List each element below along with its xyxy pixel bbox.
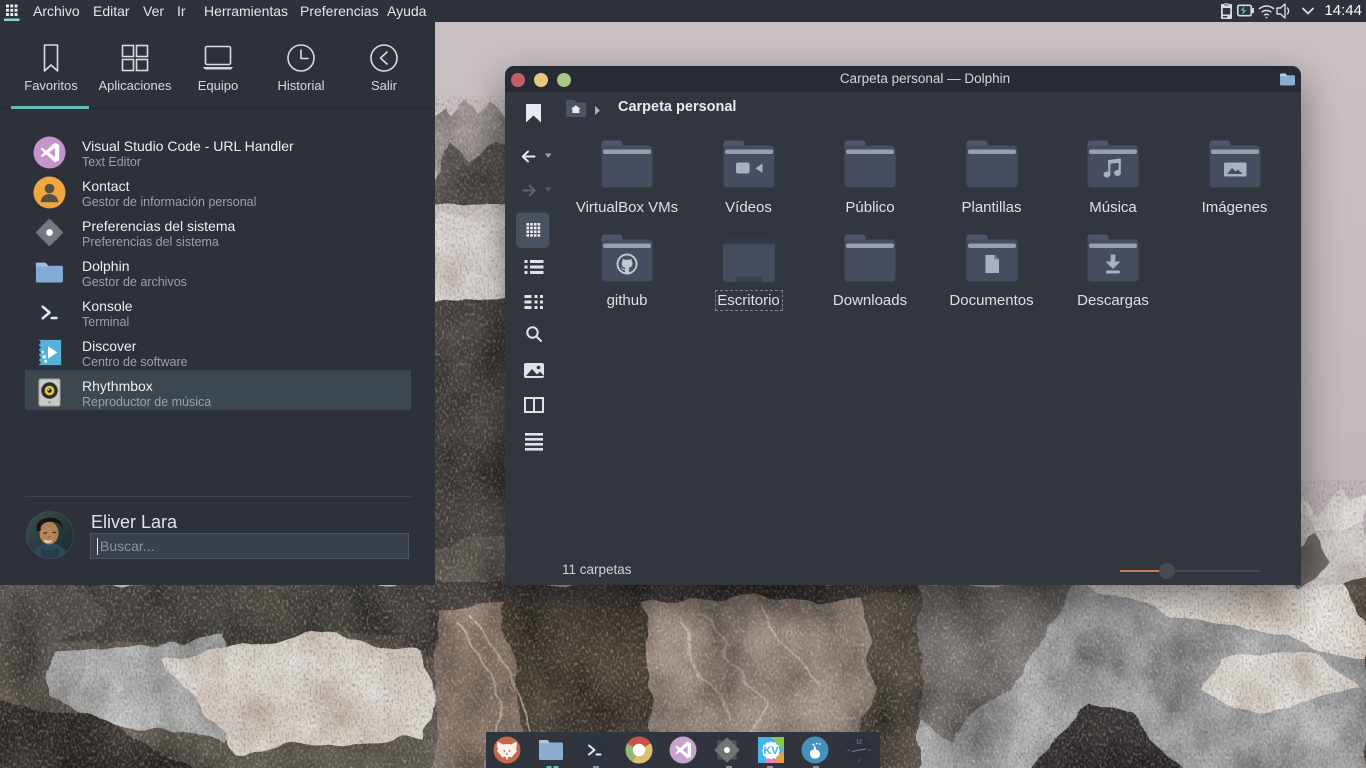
- svg-text:12: 12: [856, 740, 862, 746]
- svg-text:KV: KV: [763, 745, 779, 757]
